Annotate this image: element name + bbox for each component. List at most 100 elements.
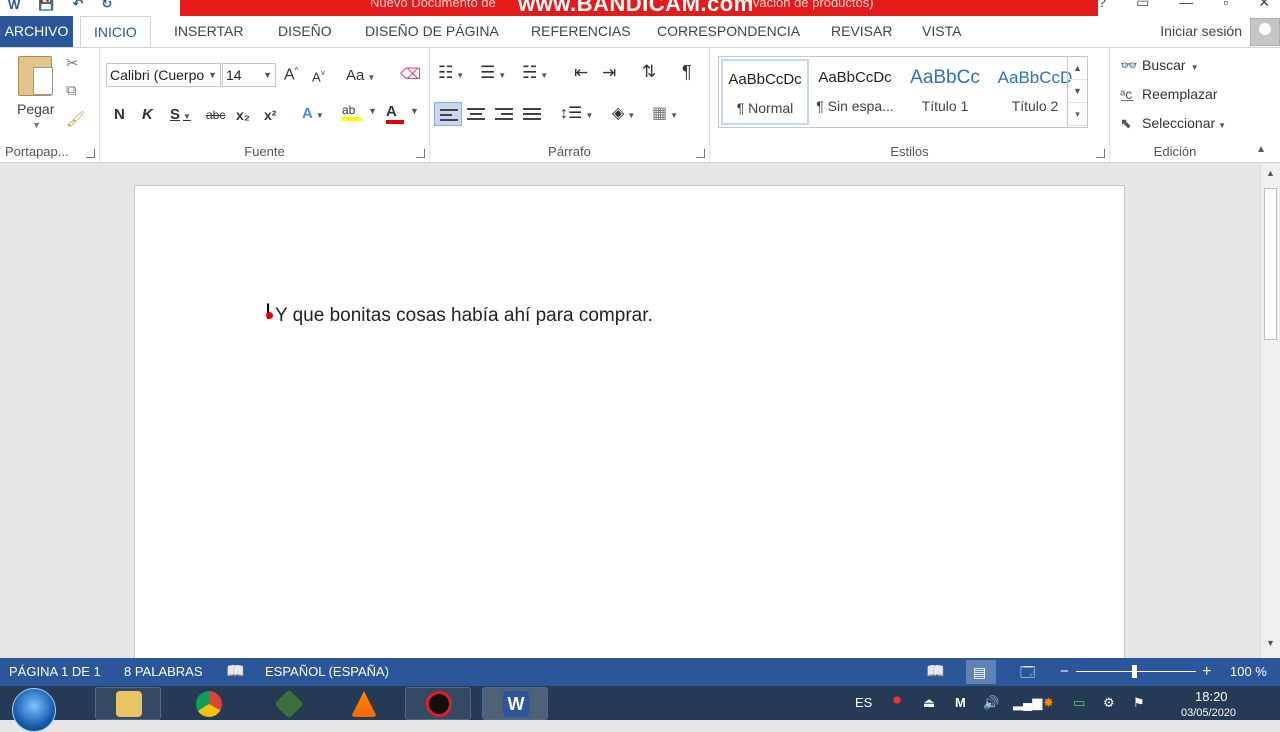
chevron-up-icon[interactable]: ▲ [1068, 57, 1087, 80]
document-text[interactable]: Y que bonitas cosas había ahí para compr… [275, 305, 653, 327]
flash-drive-icon[interactable]: ⏏ [923, 695, 935, 711]
italic-button[interactable]: K [142, 106, 153, 123]
taskbar-bandicam[interactable] [405, 687, 471, 720]
input-language[interactable]: ES [855, 695, 872, 710]
zoom-level[interactable]: 100 % [1230, 658, 1267, 686]
more-styles-icon[interactable]: ▾ [1068, 103, 1087, 126]
read-mode-icon[interactable]: 📖 [926, 658, 945, 686]
volume-icon[interactable]: 🔊 [983, 695, 999, 711]
document-page[interactable]: Y que bonitas cosas había ahí para compr… [134, 185, 1125, 665]
font-name-box[interactable]: Calibri (Cuerpo ▼ [106, 63, 221, 87]
bullets-icon[interactable]: ☷ ▼ [438, 63, 464, 83]
word-count[interactable]: 8 PALABRAS [124, 658, 203, 686]
align-center-button[interactable] [462, 102, 490, 126]
zoom-in-button[interactable]: + [1202, 658, 1211, 686]
close-icon[interactable]: ✕ [1258, 0, 1270, 11]
style-normal[interactable]: AaBbCcDc ¶ Normal [721, 59, 809, 125]
styles-launcher-icon[interactable] [1096, 149, 1105, 158]
save-icon[interactable]: 💾 [38, 0, 54, 12]
scroll-thumb[interactable] [1264, 188, 1277, 340]
redo-icon[interactable]: ↻ [101, 0, 112, 12]
numbering-icon[interactable]: ☰ ▼ [480, 63, 506, 83]
multilevel-list-icon[interactable]: ☵ ▼ [522, 63, 548, 83]
tab-correspondencia[interactable]: CORRESPONDENCIA [657, 16, 800, 47]
decrease-indent-icon[interactable]: ⇤ [574, 63, 588, 83]
style-heading-1[interactable]: AaBbCc Título 1 [901, 59, 989, 125]
taskbar-explorer[interactable] [95, 687, 161, 720]
minimize-icon[interactable]: — [1179, 0, 1193, 11]
avatar[interactable] [1250, 18, 1280, 46]
proofing-icon[interactable]: 📖 [226, 658, 245, 686]
style-no-spacing[interactable]: AaBbCcDc ¶ Sin espa... [811, 59, 899, 125]
font-launcher-icon[interactable] [416, 149, 425, 158]
vertical-scrollbar[interactable]: ▲ ▼ [1260, 164, 1280, 658]
tray-battery-icon[interactable]: ▭ [1073, 695, 1085, 711]
web-layout-icon[interactable]: 🗔 [1020, 658, 1035, 686]
page-count[interactable]: PÁGINA 1 DE 1 [9, 658, 101, 686]
tab-referencias[interactable]: REFERENCIAS [531, 16, 631, 47]
scroll-down-icon[interactable]: ▼ [1263, 638, 1278, 654]
zoom-slider-thumb[interactable] [1132, 665, 1137, 678]
change-case-button[interactable]: Aa ▼ [346, 67, 375, 84]
font-size-box[interactable]: 14 ▼ [222, 63, 276, 87]
tray-app-icon[interactable]: M [955, 695, 966, 710]
select-button[interactable]: ⬉ Seleccionar ▼ [1120, 115, 1226, 132]
strikethrough-button[interactable]: abc [206, 108, 225, 122]
chevron-down-icon[interactable]: ▼ [1068, 80, 1087, 103]
subscript-button[interactable]: x₂ [236, 107, 250, 123]
shrink-font-button[interactable]: A˅ [312, 69, 325, 84]
font-color-dropdown-icon[interactable]: ▼ [410, 106, 419, 116]
replace-button[interactable]: ᵃ͟c Reemplazar [1120, 86, 1217, 102]
zoom-out-button[interactable]: − [1060, 658, 1069, 686]
tab-revisar[interactable]: REVISAR [831, 16, 892, 47]
clipboard-launcher-icon[interactable] [86, 149, 95, 158]
shading-icon[interactable]: ◈ ▼ [612, 103, 635, 123]
copy-icon[interactable]: ⧉ [66, 82, 77, 99]
clear-format-icon[interactable]: ⌫ [400, 65, 421, 83]
increase-indent-icon[interactable]: ⇥ [602, 63, 616, 83]
tab-inicio[interactable]: INICIO [80, 16, 151, 47]
styles-gallery-scroll[interactable]: ▲ ▼ ▾ [1067, 57, 1087, 127]
sign-in-link[interactable]: Iniciar sesión [1160, 16, 1242, 47]
paste-icon[interactable] [18, 56, 53, 96]
superscript-button[interactable]: x² [264, 107, 276, 123]
line-spacing-icon[interactable]: ↕☰ ▼ [560, 103, 593, 123]
clock-time[interactable]: 18:20 [1195, 689, 1228, 704]
taskbar-app[interactable] [255, 687, 321, 720]
taskbar-chrome[interactable] [175, 687, 241, 720]
tray-avast-icon[interactable]: ✸ [1043, 695, 1054, 711]
paste-button[interactable]: Pegar [17, 101, 54, 117]
network-icon[interactable]: ▂▄▆ [1013, 695, 1042, 711]
highlight-dropdown-icon[interactable]: ▼ [368, 106, 377, 116]
maximize-icon[interactable]: ▫ [1223, 0, 1228, 11]
scroll-up-icon[interactable]: ▲ [1263, 168, 1278, 184]
ribbon-display-icon[interactable]: ▭ [1136, 0, 1149, 11]
undo-icon[interactable]: ↶ [72, 0, 83, 12]
taskbar-vlc[interactable] [330, 687, 396, 720]
grow-font-button[interactable]: A^ [284, 66, 298, 84]
justify-button[interactable] [518, 102, 546, 126]
format-painter-icon[interactable]: 🖌 [66, 110, 85, 128]
tab-archivo[interactable]: ARCHIVO [0, 16, 73, 47]
text-effects-icon[interactable]: A ▼ [302, 105, 324, 122]
tab-insertar[interactable]: INSERTAR [174, 16, 244, 47]
tab-diseno-pagina[interactable]: DISEÑO DE PÁGINA [365, 16, 499, 47]
show-formatting-icon[interactable]: ¶ [682, 62, 692, 83]
paste-dropdown-icon[interactable]: ▼ [32, 120, 41, 130]
style-heading-2[interactable]: AaBbCcD Título 2 [991, 59, 1079, 125]
language-indicator[interactable]: ESPAÑOL (ESPAÑA) [265, 658, 389, 686]
action-center-icon[interactable]: ⚑ [1133, 695, 1145, 711]
start-button[interactable] [12, 688, 56, 732]
bold-button[interactable]: N [114, 106, 125, 123]
underline-button[interactable]: S ▼ [170, 106, 191, 123]
taskbar-word[interactable]: W [482, 687, 548, 720]
cut-icon[interactable]: ✂ [66, 54, 79, 72]
sort-icon[interactable]: ⇅ [642, 62, 656, 82]
tab-vista[interactable]: VISTA [922, 16, 961, 47]
align-left-button[interactable] [434, 102, 462, 126]
paragraph-launcher-icon[interactable] [696, 149, 705, 158]
collapse-ribbon-icon[interactable]: ▲ [1256, 144, 1266, 155]
record-icon[interactable]: ⏺ [893, 692, 901, 710]
tab-diseno[interactable]: DISEÑO [278, 16, 332, 47]
font-color-icon[interactable]: A [386, 103, 404, 124]
